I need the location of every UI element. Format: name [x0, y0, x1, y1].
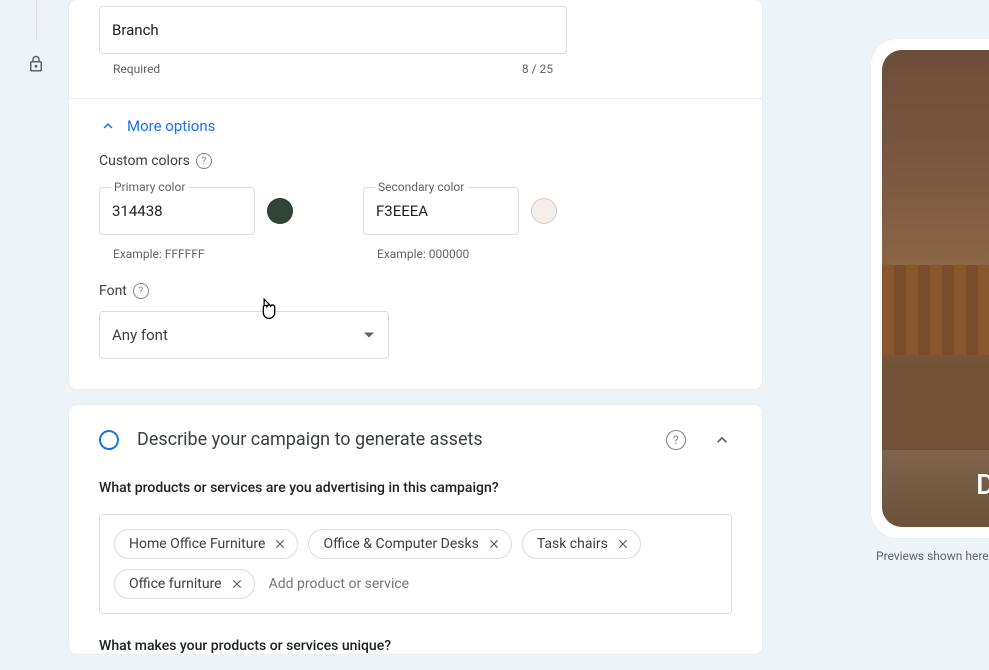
secondary-color-example: Example: 000000 — [377, 247, 557, 261]
product-chip[interactable]: Task chairs — [522, 529, 641, 559]
sidebar-divider — [36, 0, 37, 40]
close-icon[interactable] — [273, 537, 287, 551]
preview-disclaimer: Previews shown here are ex — [870, 549, 989, 563]
close-icon[interactable] — [616, 537, 630, 551]
brand-settings-card: Required 8 / 25 More options Custom colo… — [69, 0, 762, 389]
font-label: Font ? — [99, 283, 732, 299]
unique-question: What makes your products or services uni… — [99, 638, 732, 654]
collapse-chevron-up-icon[interactable] — [712, 430, 732, 450]
ad-preview-image — [882, 50, 989, 450]
char-counter: 8 / 25 — [522, 62, 553, 76]
close-icon[interactable] — [230, 577, 244, 591]
help-icon[interactable]: ? — [666, 430, 686, 450]
ad-preview-panel: Des Previews shown here are ex — [870, 38, 989, 563]
products-question: What products or services are you advert… — [99, 480, 732, 496]
secondary-color-input[interactable] — [364, 188, 518, 234]
product-chip-label: Office & Computer Desks — [323, 536, 478, 552]
required-hint: Required — [113, 62, 160, 76]
chevron-up-icon — [99, 117, 117, 135]
help-icon[interactable]: ? — [196, 153, 212, 169]
secondary-color-float-label: Secondary color — [374, 180, 468, 194]
products-chip-input[interactable]: Home Office Furniture Office & Computer D… — [99, 514, 732, 614]
lock-icon — [27, 55, 45, 77]
product-chip-label: Home Office Furniture — [129, 536, 265, 552]
section-radio[interactable] — [99, 430, 119, 450]
custom-colors-label: Custom colors ? — [99, 153, 732, 169]
chevron-down-icon — [364, 333, 374, 338]
help-icon[interactable]: ? — [133, 283, 149, 299]
business-name-input[interactable] — [100, 7, 566, 53]
product-chip[interactable]: Office furniture — [114, 569, 255, 599]
product-chip[interactable]: Home Office Furniture — [114, 529, 298, 559]
primary-color-float-label: Primary color — [110, 180, 189, 194]
secondary-color-field[interactable]: Secondary color — [363, 187, 519, 235]
ad-preview-text: Des — [882, 450, 989, 527]
primary-color-example: Example: FFFFFF — [113, 247, 293, 261]
font-select-value[interactable] — [100, 312, 388, 358]
more-options-label: More options — [127, 117, 215, 135]
describe-campaign-title: Describe your campaign to generate asset… — [137, 429, 648, 450]
add-product-input[interactable] — [265, 570, 451, 598]
describe-campaign-card: Describe your campaign to generate asset… — [69, 405, 762, 654]
primary-color-field[interactable]: Primary color — [99, 187, 255, 235]
primary-color-input[interactable] — [100, 188, 254, 234]
primary-color-swatch — [267, 198, 293, 224]
product-chip[interactable]: Office & Computer Desks — [308, 529, 511, 559]
secondary-color-swatch — [531, 198, 557, 224]
product-chip-label: Task chairs — [537, 536, 608, 552]
close-icon[interactable] — [487, 537, 501, 551]
phone-frame: Des — [870, 38, 989, 539]
product-chip-label: Office furniture — [129, 576, 222, 592]
font-select[interactable] — [99, 311, 389, 359]
business-name-field[interactable] — [99, 6, 567, 54]
more-options-toggle[interactable]: More options — [99, 99, 732, 145]
